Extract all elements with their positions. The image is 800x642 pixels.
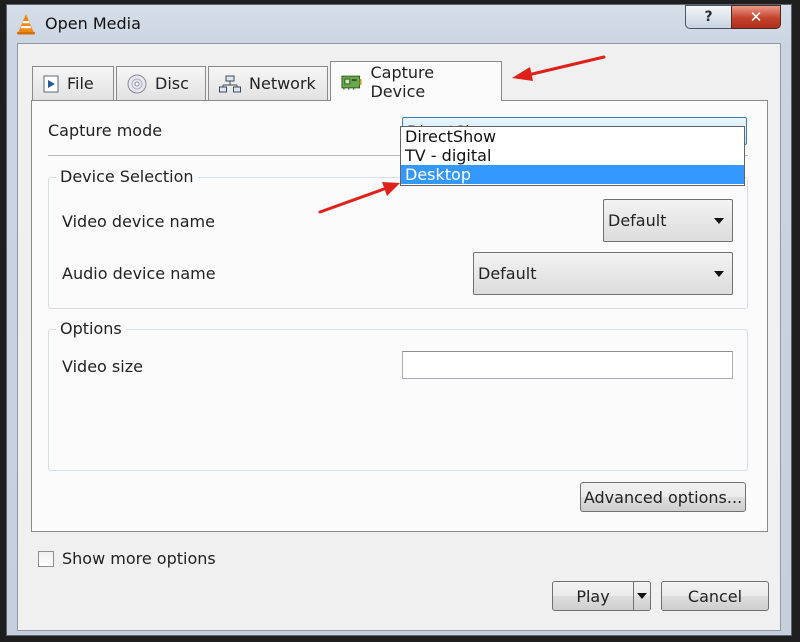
chevron-down-icon [714,271,724,277]
tab-network[interactable]: Network [208,66,328,100]
option-tv-digital[interactable]: TV - digital [401,146,744,165]
window-title: Open Media [45,14,141,33]
capture-mode-label: Capture mode [48,121,163,140]
audio-device-value: Default [478,264,537,283]
help-button[interactable]: ? [685,5,731,29]
network-icon [219,75,241,92]
video-device-combo[interactable]: Default [603,199,733,242]
tab-disc-label: Disc [155,74,189,93]
tab-capture-device[interactable]: Capture Device [330,61,502,101]
chevron-down-icon [714,218,724,224]
capture-card-icon [341,75,362,90]
play-options-dropdown[interactable] [633,581,651,611]
video-device-value: Default [608,211,667,230]
audio-device-label: Audio device name [62,264,216,283]
device-selection-title: Device Selection [56,167,198,186]
tab-network-label: Network [249,74,316,93]
video-size-input[interactable] [402,351,733,379]
title-buttons: ? ✕ [685,5,781,29]
show-more-label: Show more options [62,549,216,568]
title-bar: Open Media ? ✕ [7,5,791,41]
chevron-down-icon [637,593,647,599]
vlc-cone-icon [17,14,35,35]
dialog-client-area: File Disc Network Capture Device Capture… [17,43,781,631]
option-desktop[interactable]: Desktop [401,165,744,184]
close-button[interactable]: ✕ [731,5,781,29]
tab-file[interactable]: File [32,66,114,100]
tab-capture-device-label: Capture Device [370,62,435,101]
audio-device-combo[interactable]: Default [473,252,733,295]
video-size-label: Video size [62,357,143,376]
play-button[interactable]: Play [552,581,634,611]
advanced-options-button[interactable]: Advanced options... [580,482,746,512]
cancel-button[interactable]: Cancel [661,581,769,611]
video-device-label: Video device name [62,212,215,231]
file-play-icon [43,75,59,92]
tab-file-label: File [67,74,94,93]
option-directshow[interactable]: DirectShow [401,127,744,146]
capture-mode-dropdown-list: DirectShow TV - digital Desktop [400,126,745,186]
tab-disc[interactable]: Disc [116,66,206,100]
show-more-checkbox[interactable] [38,551,54,567]
disc-icon [127,74,147,93]
options-title: Options [56,319,126,338]
open-media-dialog: Open Media ? ✕ File Disc Network Capture… [6,4,792,636]
